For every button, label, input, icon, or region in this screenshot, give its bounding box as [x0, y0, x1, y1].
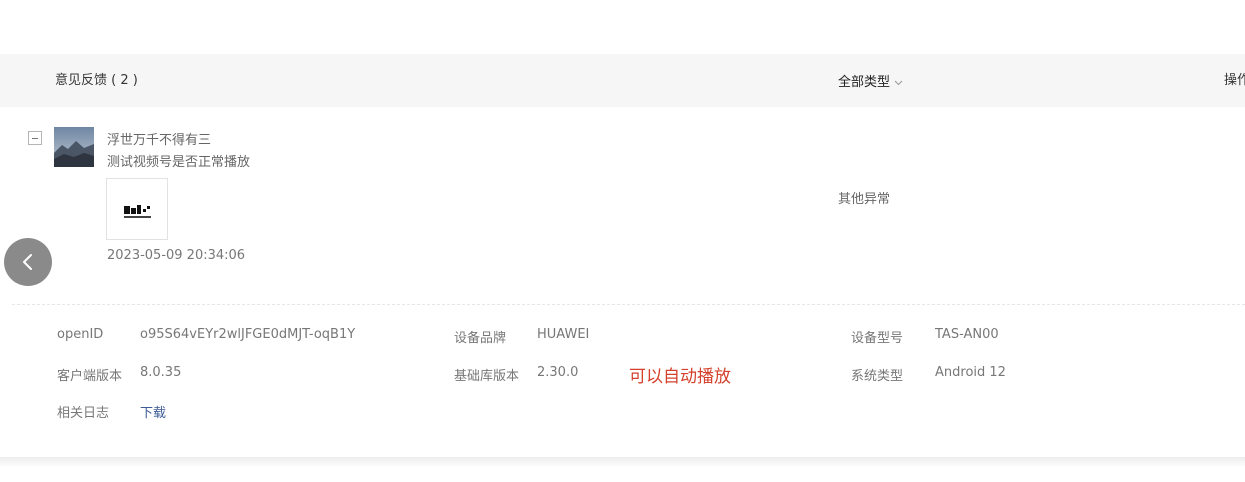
- client-version-value: 8.0.35: [140, 365, 182, 380]
- attachment-thumbnail[interactable]: [106, 178, 168, 240]
- device-model-label: 设备型号: [851, 331, 904, 346]
- feedback-content: 测试视频号是否正常播放: [107, 155, 251, 170]
- chevron-down-icon: [894, 76, 903, 86]
- annotation-text: 可以自动播放: [629, 367, 731, 387]
- avatar: [54, 127, 94, 167]
- list-header: 意见反馈 ( 2 ) 全部类型 操作: [0, 54, 1245, 107]
- base-library-label: 基础库版本: [454, 369, 520, 384]
- device-model-value: TAS-AN00: [935, 327, 999, 342]
- card-bottom-edge: [0, 457, 1245, 467]
- divider: [12, 304, 1245, 305]
- device-brand-label: 设备品牌: [454, 331, 507, 346]
- back-button[interactable]: [4, 238, 52, 286]
- user-nickname: 浮世万千不得有三: [107, 133, 212, 148]
- os-type-value: Android 12: [935, 365, 1006, 380]
- related-log-label: 相关日志: [57, 406, 110, 421]
- type-filter-dropdown[interactable]: 全部类型: [838, 71, 903, 90]
- feedback-timestamp: 2023-05-09 20:34:06: [107, 248, 246, 263]
- base-library-value: 2.30.0: [537, 365, 579, 380]
- type-filter-label: 全部类型: [838, 75, 891, 90]
- download-log-link[interactable]: 下载: [140, 402, 166, 421]
- collapse-toggle-icon[interactable]: [28, 131, 42, 145]
- feedback-category: 其他异常: [838, 192, 891, 207]
- operation-column-header: 操作: [1224, 73, 1245, 88]
- openid-label: openID: [57, 327, 104, 342]
- os-type-label: 系统类型: [851, 369, 904, 384]
- client-version-label: 客户端版本: [57, 369, 123, 384]
- chevron-left-icon: [23, 254, 32, 270]
- device-brand-value: HUAWEI: [537, 327, 590, 342]
- feedback-page: 意见反馈 ( 2 ) 全部类型 操作 浮世万千不得有三 测试视频号是否正常播放: [0, 0, 1245, 482]
- openid-value: o95S64vEYr2wlJFGE0dMJT-oqB1Y: [140, 327, 356, 342]
- feedback-count-title: 意见反馈 ( 2 ): [55, 73, 138, 88]
